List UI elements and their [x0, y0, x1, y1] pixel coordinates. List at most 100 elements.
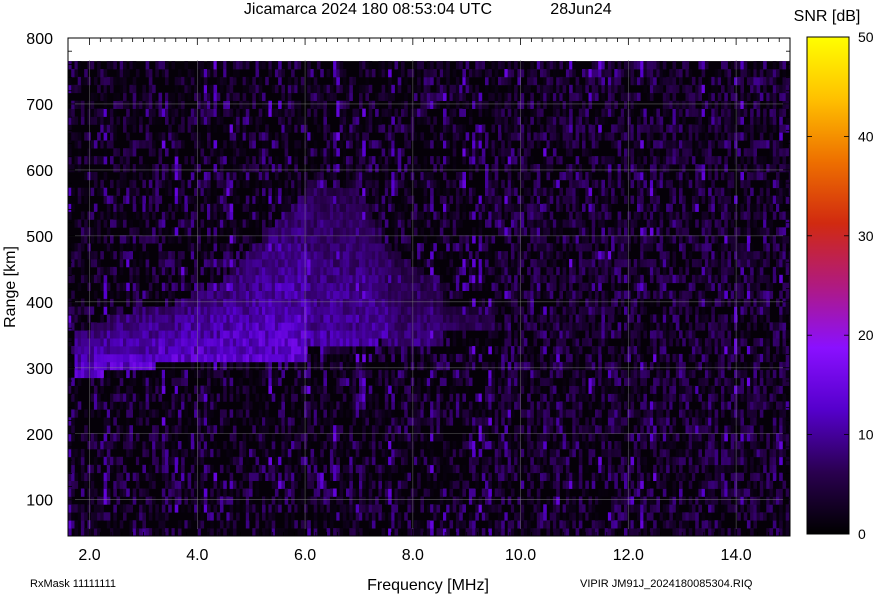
heatmap-cell [203, 504, 208, 513]
heatmap-cell [336, 377, 340, 386]
heatmap-cell [181, 330, 185, 339]
heatmap-cell [420, 520, 424, 529]
heatmap-cell [378, 259, 382, 268]
heatmap-cell [287, 76, 292, 86]
heatmap-cell [113, 480, 117, 489]
heatmap-cell [132, 187, 137, 196]
heatmap-cell [388, 108, 392, 117]
heatmap-cell [310, 346, 315, 355]
heatmap-cell [132, 61, 137, 70]
heatmap-cell [165, 179, 169, 189]
heatmap-cell [352, 124, 357, 133]
heatmap-cell [388, 417, 392, 426]
heatmap-cell [313, 314, 318, 323]
heatmap-cell [365, 76, 369, 86]
heatmap-cell [478, 69, 483, 78]
heatmap-cell [433, 211, 437, 220]
heatmap-cell [145, 417, 150, 426]
heatmap-cell [262, 100, 266, 109]
heatmap-cell [455, 76, 460, 86]
heatmap-cell [190, 330, 195, 339]
heatmap-cell [284, 211, 289, 220]
heatmap-cell [323, 377, 327, 386]
heatmap-cell [304, 140, 308, 149]
heatmap-cell [262, 448, 266, 458]
heatmap-cell [342, 369, 347, 379]
heatmap-cell [90, 274, 95, 284]
heatmap-cell [177, 171, 182, 181]
heatmap-cell [262, 282, 266, 291]
heatmap-cell [239, 322, 243, 331]
heatmap-cell [410, 124, 415, 133]
heatmap-cell [291, 187, 295, 196]
heatmap-cell [439, 298, 444, 307]
heatmap-cell [119, 243, 124, 252]
heatmap-cell [268, 195, 272, 204]
heatmap-cell [420, 409, 424, 418]
heatmap-cell [359, 164, 363, 173]
heatmap-cell [139, 235, 143, 244]
heatmap-cell [210, 401, 214, 410]
heatmap-cell [365, 330, 369, 339]
heatmap-cell [304, 282, 308, 291]
heatmap-cell [252, 464, 256, 474]
heatmap-cell [310, 100, 315, 109]
heatmap-cell [439, 314, 444, 323]
heatmap-cell [103, 266, 108, 276]
heatmap-cell [239, 353, 243, 363]
heatmap-cell [320, 496, 324, 505]
heatmap-cell [336, 227, 340, 236]
heatmap-cell [378, 243, 382, 252]
heatmap-cell [255, 84, 260, 94]
heatmap-cell [307, 179, 311, 189]
heatmap-cell [465, 322, 470, 331]
heatmap-cell [68, 251, 72, 260]
heatmap-cell [375, 219, 379, 228]
heatmap-cell [71, 377, 75, 386]
heatmap-cell [375, 338, 379, 347]
heatmap-cell [310, 385, 315, 394]
heatmap-cell [129, 124, 133, 133]
heatmap-cell [74, 480, 79, 489]
heatmap-cell [378, 92, 382, 101]
heatmap-cell [346, 282, 350, 291]
heatmap-cell [168, 346, 172, 355]
heatmap-cell [300, 314, 305, 323]
heatmap-cell [378, 69, 382, 78]
heatmap-cell [436, 385, 441, 394]
heatmap-cell [106, 409, 111, 418]
heatmap-cell [339, 235, 344, 244]
heatmap-cell [210, 520, 214, 529]
heatmap-cell [113, 385, 117, 394]
heatmap-cell [68, 203, 72, 212]
heatmap-cell [417, 69, 421, 78]
heatmap-cell [407, 353, 411, 363]
heatmap-cell [352, 346, 357, 355]
heatmap-cell [113, 433, 117, 442]
heatmap-cell [313, 76, 318, 86]
heatmap-cell [433, 282, 437, 291]
heatmap-cell [258, 346, 263, 355]
heatmap-cell [404, 290, 408, 299]
heatmap-cell [139, 314, 143, 323]
heatmap-cell [362, 187, 366, 196]
heatmap-cell [74, 504, 79, 513]
heatmap-cell [468, 338, 473, 347]
heatmap-cell [475, 322, 479, 331]
heatmap-cell [216, 290, 221, 299]
heatmap-cell [342, 298, 347, 307]
heatmap-cell [113, 124, 117, 133]
heatmap-cell [80, 187, 85, 196]
heatmap-cell [397, 298, 402, 307]
heatmap-cell [113, 322, 117, 331]
heatmap-cell [113, 148, 117, 157]
heatmap-cell [446, 298, 450, 307]
heatmap-cell [103, 84, 108, 94]
heatmap-cell [223, 330, 227, 339]
heatmap-cell [177, 140, 182, 149]
heatmap-cell [152, 353, 156, 363]
heatmap-cell [297, 171, 302, 181]
heatmap-cell [404, 338, 408, 347]
heatmap-cell [462, 156, 466, 165]
heatmap-cell [346, 100, 350, 109]
